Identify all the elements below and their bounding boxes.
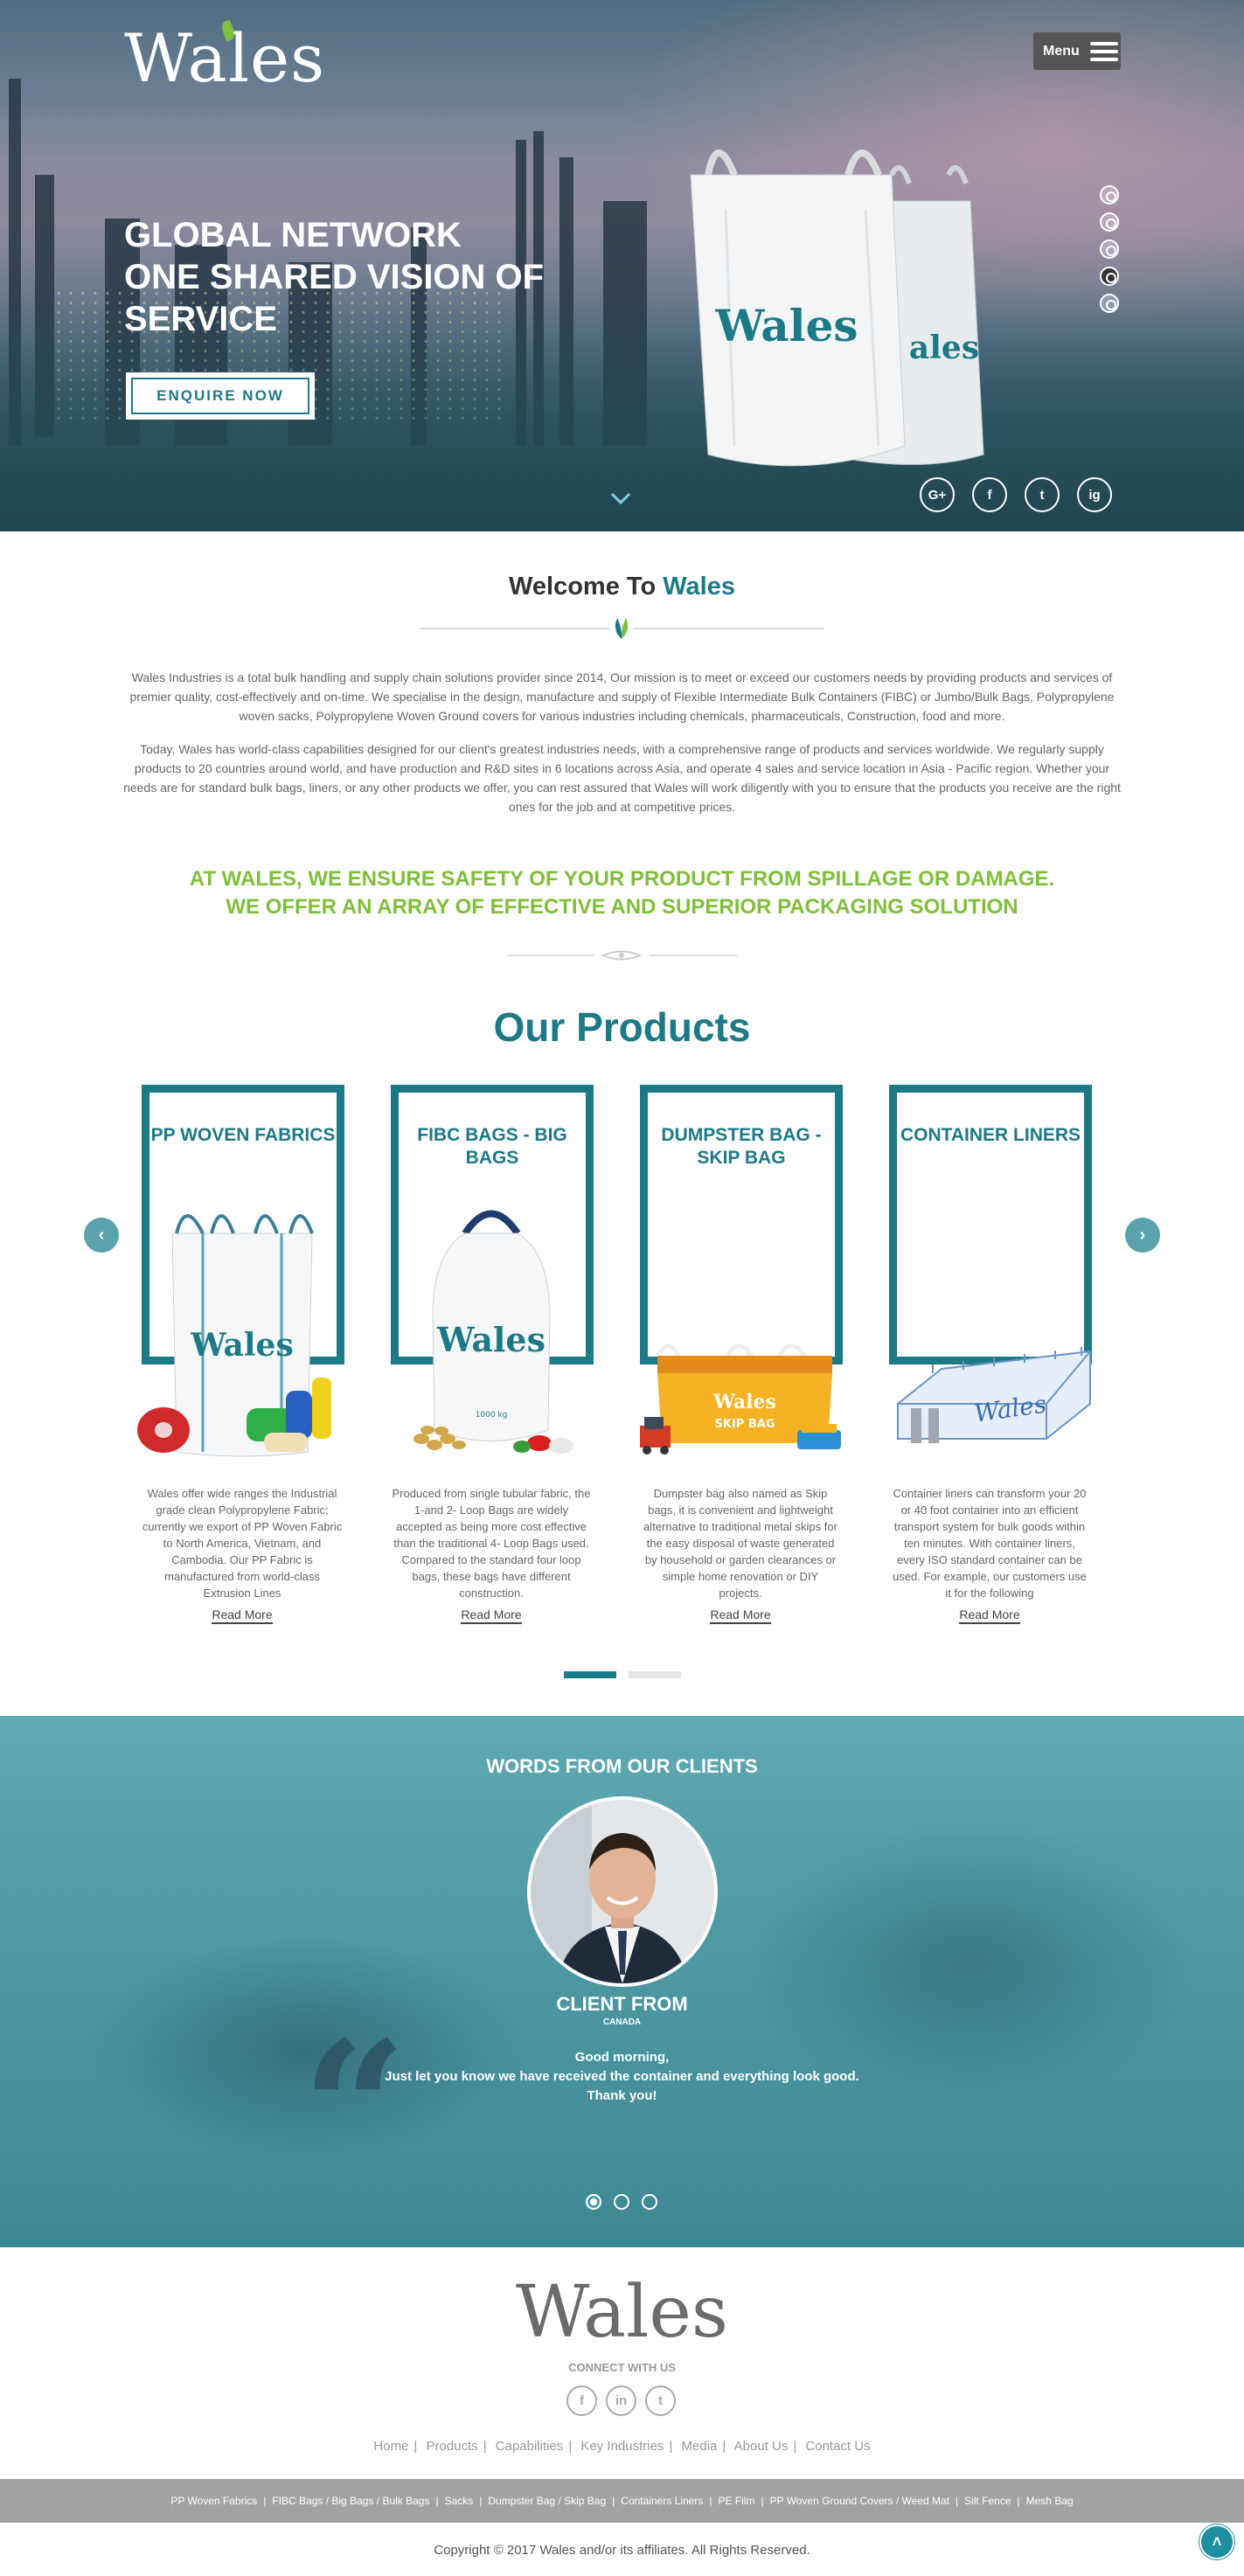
testimonial-dot[interactable]	[614, 2194, 629, 2210]
product-link[interactable]: Mesh Bag	[1026, 2495, 1074, 2507]
hamburger-icon	[1089, 41, 1118, 61]
svg-text:SKIP BAG: SKIP BAG	[715, 1418, 775, 1431]
product-link[interactable]: Containers Liners	[621, 2495, 703, 2507]
product-title: DUMPSTER BAG - SKIP BAG	[661, 1125, 822, 1168]
slide-dot[interactable]	[1100, 185, 1119, 205]
slide-dot[interactable]	[1100, 294, 1119, 313]
product-link[interactable]: Sacks	[445, 2495, 474, 2507]
google-plus-icon[interactable]: G+	[920, 477, 955, 512]
read-more-link[interactable]: Read More	[631, 1607, 850, 1624]
facebook-icon[interactable]: f	[972, 477, 1007, 512]
chevron-left-icon: ‹	[98, 1225, 105, 1245]
testimonial-quote: Good morning, Just let you know we have …	[385, 2050, 859, 2103]
twitter-icon[interactable]: t	[1025, 477, 1060, 512]
svg-text:ales: ales	[909, 330, 979, 366]
footer-link-key-industries[interactable]: Key Industries	[580, 2439, 664, 2454]
read-more-link[interactable]: Read More	[382, 1607, 601, 1624]
ornament-divider	[507, 950, 737, 961]
svg-text:Wales: Wales	[436, 1320, 546, 1359]
testimonials-section: WORDS FROM OUR CLIENTS CLIENT FROM CANAD…	[0, 1716, 1244, 2247]
back-to-top-button[interactable]: ˄	[1199, 2524, 1234, 2559]
client-location: CANADA	[602, 2017, 642, 2027]
welcome-heading: Welcome To Wales	[509, 573, 735, 601]
products-next-button[interactable]: ›	[1125, 1218, 1160, 1253]
product-description: Container liners can transform your 20 o…	[893, 1487, 1087, 1600]
slide-dot-active[interactable]	[1100, 267, 1119, 286]
testimonial-dots	[586, 2194, 657, 2210]
product-link[interactable]: PE Film	[718, 2495, 754, 2507]
footer-social-links: f in t	[566, 2385, 676, 2416]
quote-icon: “	[302, 2001, 407, 2217]
chevron-up-icon: ˄	[1212, 2532, 1222, 2551]
linkedin-icon[interactable]: in	[606, 2385, 636, 2416]
hero-headline: GLOBAL NETWORK ONE SHARED VISION OF SERV…	[124, 216, 545, 338]
twitter-icon[interactable]: t	[645, 2385, 676, 2416]
products-page-1[interactable]	[564, 1671, 616, 1678]
footer-link-products[interactable]: Products	[426, 2439, 477, 2454]
slider-dots	[1100, 185, 1119, 313]
svg-text:1000 kg: 1000 kg	[476, 1411, 508, 1420]
intro-paragraph-1: Wales Industries is a total bulk handlin…	[129, 670, 1115, 723]
menu-button[interactable]: Menu	[1033, 32, 1121, 70]
bag-brand-text: Wales	[714, 300, 858, 351]
client-avatar	[527, 1796, 718, 1987]
safety-statement: AT WALES, WE ENSURE SAFETY OF YOUR PRODU…	[189, 867, 1055, 919]
leaf-icon	[610, 614, 633, 641]
intro-paragraph-2: Today, Wales has world-class capabilitie…	[123, 742, 1121, 814]
svg-text:Wales: Wales	[190, 1327, 293, 1364]
footer-link-capabilities[interactable]: Capabilities	[496, 2439, 564, 2454]
bulk-bag-image: Wales ales	[690, 149, 984, 467]
copyright-text: Copyright © 2017 Wales and/or its affili…	[434, 2543, 810, 2558]
read-more-link[interactable]: Read More	[133, 1607, 351, 1624]
footer-link-contact[interactable]: Contact Us	[805, 2439, 870, 2454]
instagram-icon[interactable]: ig	[1077, 477, 1112, 512]
product-link[interactable]: Dumpster Bag / Skip Bag	[488, 2495, 606, 2507]
svg-text:Wales: Wales	[712, 1391, 776, 1413]
testimonials-heading: WORDS FROM OUR CLIENTS	[486, 1755, 758, 1777]
read-more-link[interactable]: Read More	[880, 1607, 1099, 1624]
enquire-now-button[interactable]: ENQUIRE NOW	[126, 372, 315, 420]
product-title: CONTAINER LINERS	[900, 1125, 1081, 1145]
skip-bag-image: Wales SKIP BAG	[640, 1344, 841, 1455]
footer-logo[interactable]: Wales	[0, 2271, 1244, 2354]
hero-banner: Wales Menu GLOBAL NETWORK ONE SHARED VIS…	[0, 0, 1244, 531]
client-name: CLIENT FROM	[556, 1993, 688, 2015]
connect-label: CONNECT WITH US	[568, 2361, 676, 2374]
facebook-icon[interactable]: f	[566, 2385, 597, 2416]
footer-link-home[interactable]: Home	[373, 2439, 408, 2454]
products-prev-button[interactable]: ‹	[84, 1218, 119, 1253]
slide-dot[interactable]	[1100, 212, 1119, 232]
pp-woven-bag-image: Wales	[137, 1214, 331, 1457]
product-title: PP WOVEN FABRICS	[150, 1125, 336, 1145]
chevron-right-icon: ›	[1139, 1225, 1146, 1245]
product-link[interactable]: FIBC Bags / Big Bags / Bulk Bags	[272, 2495, 429, 2507]
product-link[interactable]: Silt Fence	[964, 2495, 1011, 2507]
testimonial-dot-active[interactable]	[586, 2194, 601, 2210]
products-heading: Our Products	[493, 1004, 751, 1050]
fibc-bag-image: Wales 1000 kg	[414, 1210, 573, 1454]
slide-dot[interactable]	[1100, 240, 1119, 259]
menu-label: Menu	[1043, 43, 1080, 59]
product-description: Wales offer wide ranges the Industrial g…	[142, 1487, 343, 1600]
testimonial-dot[interactable]	[642, 2194, 657, 2210]
product-title: FIBC BAGS - BIG BAGS	[417, 1125, 567, 1168]
footer-link-about[interactable]: About Us	[734, 2439, 789, 2454]
product-link[interactable]: PP Woven Fabrics	[170, 2495, 257, 2507]
products-page-2[interactable]	[629, 1671, 681, 1678]
container-liner-image: Wales	[897, 1347, 1091, 1443]
product-description: Dumpster bag also named as Skip bags, it…	[643, 1487, 837, 1600]
site-logo[interactable]: Wales	[124, 19, 325, 97]
footer-link-media[interactable]: Media	[682, 2439, 718, 2454]
product-link[interactable]: PP Woven Ground Covers / Weed Mat	[770, 2495, 949, 2507]
footer-nav: Home | Products | Capabilities | Key Indust…	[373, 2439, 871, 2454]
product-description: Produced from single tubular fabric, the…	[392, 1487, 591, 1600]
scroll-down-icon[interactable]	[609, 490, 632, 507]
hero-social-links: G+ f t ig	[920, 477, 1112, 512]
footer-product-links: PP Woven Fabrics | FIBC Bags / Big Bags /…	[0, 2479, 1244, 2523]
